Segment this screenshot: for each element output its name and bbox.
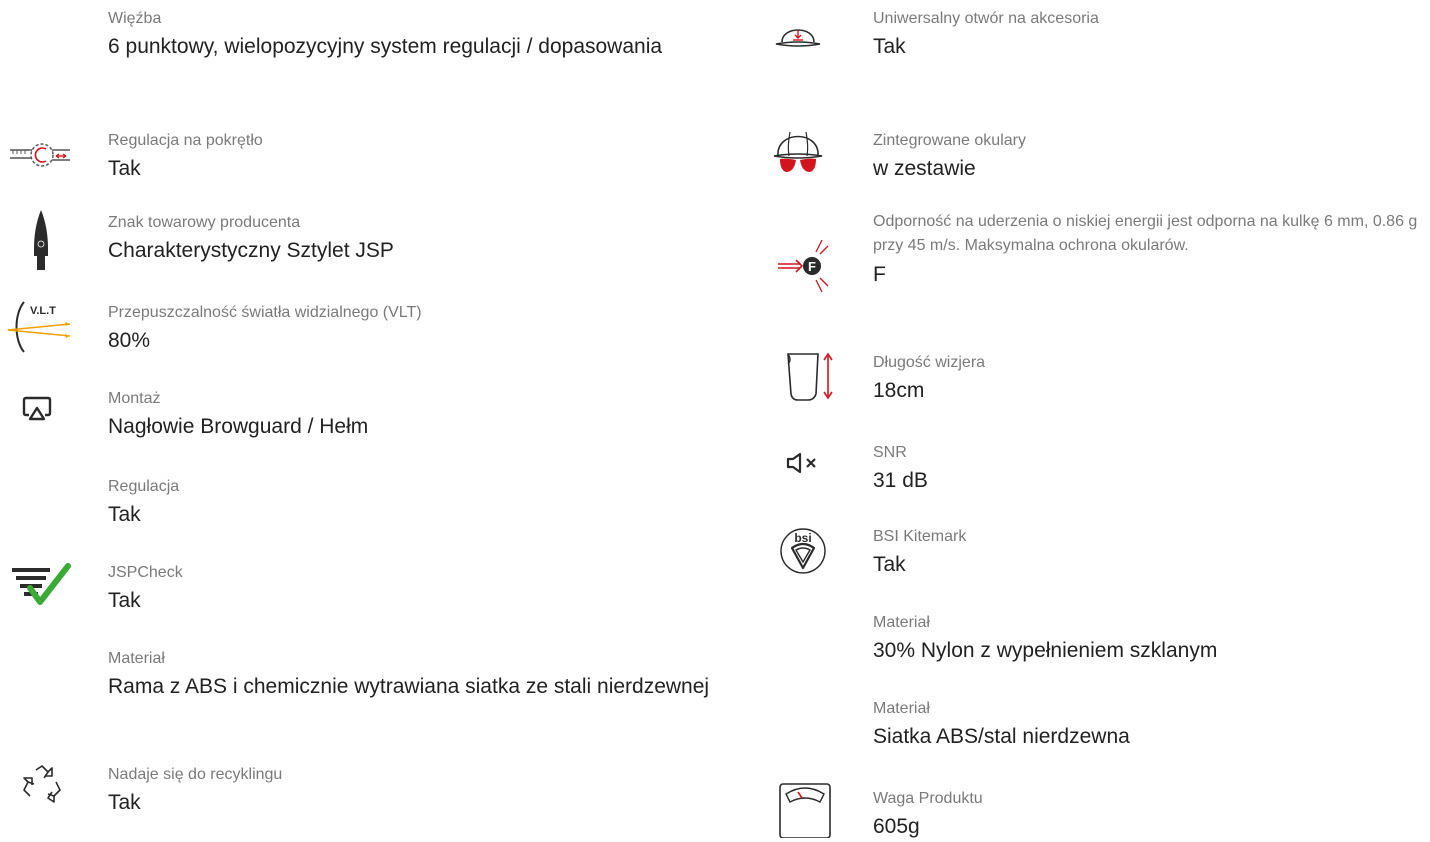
spec-label: Montaż	[108, 390, 161, 407]
spec-value: F	[873, 263, 886, 286]
scale-icon	[778, 782, 832, 838]
spec-otwor: Uniwersalny otwór na akcesoria Tak	[873, 8, 1413, 62]
ratchet-dial-icon	[8, 140, 72, 170]
spec-value: Tak	[108, 157, 141, 180]
spec-value: Tak	[108, 503, 141, 526]
spec-value: Tak	[873, 553, 906, 576]
spec-snr: SNR 31 dB	[873, 442, 1413, 496]
spec-value: Tak	[108, 589, 141, 612]
spec-value: 18cm	[873, 379, 925, 402]
spec-wiezba: Więźba 6 punktowy, wielopozycyjny system…	[108, 8, 728, 62]
spec-label: Więźba	[108, 10, 162, 27]
mounting-icon	[22, 394, 52, 424]
spec-label: Regulacja na pokrętło	[108, 132, 263, 149]
spec-label: JSPCheck	[108, 564, 183, 581]
spec-label: SNR	[873, 444, 907, 461]
spec-value: w zestawie	[873, 157, 976, 180]
spec-montaz: Montaż Nagłowie Browguard / Hełm	[108, 388, 728, 442]
visor-length-icon	[786, 350, 836, 402]
spec-value: 80%	[108, 329, 151, 352]
spec-material: Materiał Rama z ABS i chemicznie wytrawi…	[108, 648, 728, 702]
spec-vlt: Przepuszczalność światła widzialnego (VL…	[108, 302, 728, 356]
spec-label: Regulacja	[108, 478, 180, 495]
spec-value: 6 punktowy, wielopozycyjny system regula…	[108, 35, 663, 58]
spec-value: 30% Nylon z wypełnieniem szklanym	[873, 639, 1218, 662]
spec-label: Materiał	[873, 614, 930, 631]
spec-value: 31 dB	[873, 469, 928, 492]
spec-waga: Waga Produktu 605g	[873, 788, 1413, 842]
spec-value: Tak	[873, 35, 906, 58]
integrated-glasses-helmet-icon	[772, 122, 824, 180]
jspcheck-icon	[10, 562, 72, 606]
spec-label: Uniwersalny otwór na akcesoria	[873, 10, 1099, 27]
spec-okulary: Zintegrowane okulary w zestawie	[873, 130, 1413, 184]
recycle-icon	[20, 764, 64, 804]
spec-znak: Znak towarowy producenta Charakterystycz…	[108, 212, 728, 266]
spec-pokretlo: Regulacja na pokrętło Tak	[108, 130, 728, 184]
spec-value: Charakterystyczny Sztylet JSP	[108, 239, 394, 262]
spec-value: Siatka ABS/stal nierdzewna	[873, 725, 1130, 748]
dagger-trademark-icon	[28, 208, 54, 272]
speaker-mute-icon	[786, 452, 820, 474]
spec-bsi: BSI Kitemark Tak	[873, 526, 1413, 580]
spec-material-2: Materiał Siatka ABS/stal nierdzewna	[873, 698, 1413, 752]
spec-jspcheck: JSPCheck Tak	[108, 562, 728, 616]
spec-label: Znak towarowy producenta	[108, 214, 301, 231]
accessory-slot-helmet-icon	[774, 16, 822, 52]
spec-label: Przepuszczalność światła widzialnego (VL…	[108, 304, 422, 321]
spec-uderzenia: Odporność na uderzenia o niskiej energii…	[873, 210, 1418, 290]
spec-recykling: Nadaje się do recyklingu Tak	[108, 764, 728, 818]
spec-material-1: Materiał 30% Nylon z wypełnieniem szklan…	[873, 612, 1413, 666]
spec-regulacja: Regulacja Tak	[108, 476, 728, 530]
spec-label: Odporność na uderzenia o niskiej energii…	[873, 213, 1418, 254]
spec-wizjer: Długość wizjera 18cm	[873, 352, 1413, 406]
spec-label: Nadaje się do recyklingu	[108, 766, 283, 783]
spec-value: Nagłowie Browguard / Hełm	[108, 415, 369, 438]
vlt-light-icon: V.L.T	[6, 300, 76, 354]
spec-label: Materiał	[873, 700, 930, 717]
bsi-kitemark-icon: bsi	[778, 526, 828, 576]
spec-label: Materiał	[108, 650, 165, 667]
spec-value: Rama z ABS i chemicznie wytrawiana siatk…	[108, 675, 710, 698]
spec-label: Długość wizjera	[873, 354, 986, 371]
spec-value: Tak	[108, 791, 141, 814]
impact-f-icon: F	[776, 236, 830, 298]
impact-f-text: F	[808, 259, 816, 274]
spec-label: Zintegrowane okulary	[873, 132, 1026, 149]
vlt-text: V.L.T	[30, 305, 56, 317]
spec-label: Waga Produktu	[873, 790, 983, 807]
spec-label: BSI Kitemark	[873, 528, 967, 545]
